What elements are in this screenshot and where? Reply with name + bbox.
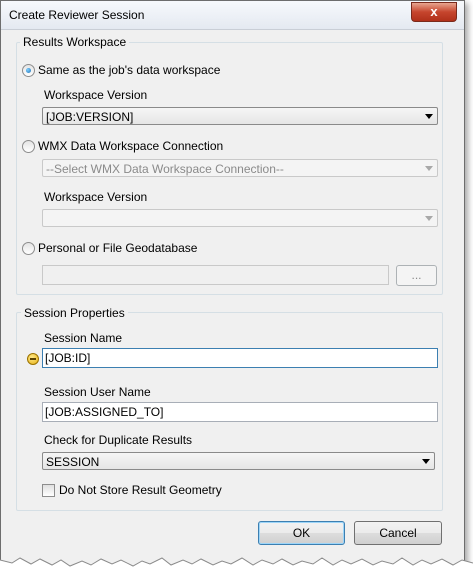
wmx-connection-value: --Select WMX Data Workspace Connection-- xyxy=(46,162,284,176)
radio-wmx-connection-label[interactable]: WMX Data Workspace Connection xyxy=(38,139,223,153)
session-user-input[interactable]: [JOB:ASSIGNED_TO] xyxy=(42,402,438,422)
same-workspace-version-dropdown[interactable]: [JOB:VERSION] xyxy=(42,107,438,125)
dialog-title: Create Reviewer Session xyxy=(9,8,145,22)
title-bar[interactable]: Create Reviewer Session x xyxy=(1,1,464,30)
close-button[interactable]: x xyxy=(411,2,457,22)
torn-edge-decoration xyxy=(0,557,473,579)
session-name-label: Session Name xyxy=(44,331,123,345)
radio-geodatabase[interactable] xyxy=(22,242,35,255)
chevron-down-icon xyxy=(425,166,433,171)
session-name-value: [JOB:ID] xyxy=(45,351,91,365)
chevron-down-icon xyxy=(425,114,433,119)
cancel-button[interactable]: Cancel xyxy=(354,521,442,545)
duplicate-results-dropdown[interactable]: SESSION xyxy=(42,452,435,470)
radio-same-workspace[interactable] xyxy=(22,64,35,77)
session-user-value: [JOB:ASSIGNED_TO] xyxy=(45,405,164,419)
session-properties-title: Session Properties xyxy=(21,306,128,320)
wmx-connection-dropdown[interactable]: --Select WMX Data Workspace Connection-- xyxy=(42,159,438,177)
session-name-input[interactable]: [JOB:ID] xyxy=(42,348,438,368)
ok-button[interactable]: OK xyxy=(258,521,345,545)
browse-geodatabase-button[interactable]: ... xyxy=(396,265,437,286)
duplicate-results-label: Check for Duplicate Results xyxy=(44,433,193,447)
same-workspace-version-value: [JOB:VERSION] xyxy=(46,110,134,124)
results-workspace-title: Results Workspace xyxy=(20,35,130,49)
radio-wmx-connection[interactable] xyxy=(22,140,35,153)
close-icon: x xyxy=(430,4,438,19)
no-geometry-checkbox[interactable] xyxy=(42,484,55,497)
warning-icon xyxy=(27,353,39,365)
radio-geodatabase-label[interactable]: Personal or File Geodatabase xyxy=(38,241,197,255)
wmx-workspace-version-dropdown[interactable] xyxy=(42,209,438,227)
session-user-label: Session User Name xyxy=(44,385,151,399)
duplicate-results-value: SESSION xyxy=(46,455,100,469)
chevron-down-icon xyxy=(422,459,430,464)
no-geometry-label[interactable]: Do Not Store Result Geometry xyxy=(59,483,222,497)
geodatabase-path-input[interactable] xyxy=(42,265,389,285)
chevron-down-icon xyxy=(425,216,433,221)
same-workspace-version-label: Workspace Version xyxy=(44,88,148,102)
dialog-window: Create Reviewer Session x Results Worksp… xyxy=(0,0,465,568)
radio-same-workspace-label[interactable]: Same as the job's data workspace xyxy=(38,63,220,77)
wmx-workspace-version-label: Workspace Version xyxy=(44,190,148,204)
